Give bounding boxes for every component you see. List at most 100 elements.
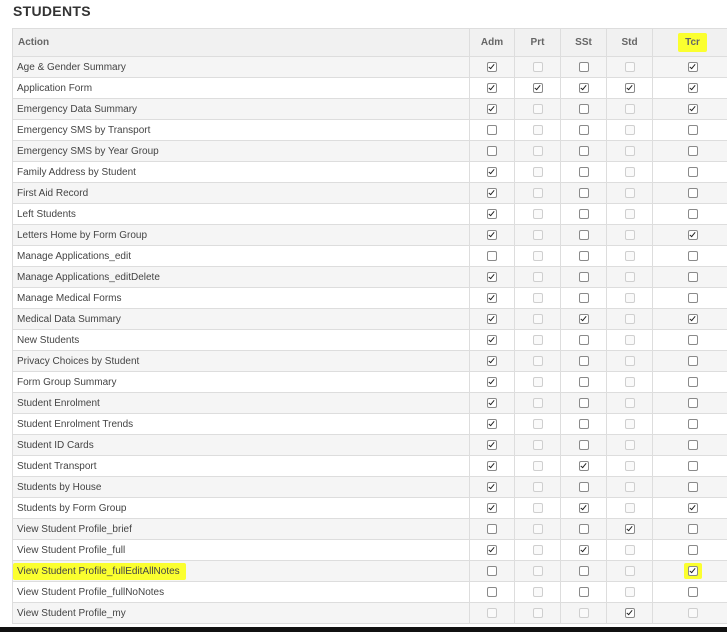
permission-checkbox-tcr[interactable] bbox=[687, 355, 698, 366]
permission-checkbox-sst[interactable] bbox=[578, 460, 589, 471]
permission-cell-tcr bbox=[652, 245, 727, 267]
permission-checkbox-adm[interactable] bbox=[487, 82, 497, 93]
permission-checkbox-sst[interactable] bbox=[578, 292, 589, 303]
permission-checkbox-tcr[interactable] bbox=[687, 250, 698, 261]
permission-checkbox-tcr[interactable] bbox=[687, 418, 698, 429]
permission-checkbox-adm[interactable] bbox=[487, 355, 497, 366]
permission-checkbox-adm[interactable] bbox=[487, 523, 497, 534]
permission-checkbox-adm[interactable] bbox=[487, 397, 497, 408]
permission-checkbox-sst[interactable] bbox=[578, 187, 589, 198]
permission-checkbox-sst[interactable] bbox=[578, 208, 589, 219]
permission-checkbox-sst[interactable] bbox=[578, 355, 589, 366]
permission-checkbox-tcr[interactable] bbox=[687, 82, 698, 93]
permission-checkbox-sst[interactable] bbox=[578, 250, 589, 261]
table-row: View Student Profile_my bbox=[12, 602, 727, 624]
permission-checkbox-adm[interactable] bbox=[487, 460, 497, 471]
permission-checkbox-tcr[interactable] bbox=[687, 61, 698, 72]
permission-checkbox-std[interactable] bbox=[624, 523, 635, 534]
permission-checkbox-sst[interactable] bbox=[578, 271, 589, 282]
permission-checkbox-tcr[interactable] bbox=[687, 502, 698, 513]
permission-checkbox-adm[interactable] bbox=[487, 208, 497, 219]
permission-checkbox-adm[interactable] bbox=[487, 565, 497, 576]
permission-checkbox-tcr[interactable] bbox=[687, 523, 698, 534]
permission-checkbox-tcr[interactable] bbox=[687, 166, 698, 177]
permission-checkbox-sst[interactable] bbox=[578, 439, 589, 450]
permission-checkbox-adm[interactable] bbox=[487, 334, 497, 345]
permission-checkbox-adm[interactable] bbox=[487, 439, 497, 450]
permission-checkbox-sst[interactable] bbox=[578, 376, 589, 387]
permission-checkbox-tcr[interactable] bbox=[687, 460, 698, 471]
permission-checkbox-sst[interactable] bbox=[578, 544, 589, 555]
permission-checkbox-adm[interactable] bbox=[487, 61, 497, 72]
permission-checkbox-std bbox=[624, 145, 635, 156]
permission-checkbox-tcr[interactable] bbox=[687, 376, 698, 387]
permission-checkbox-adm[interactable] bbox=[487, 502, 497, 513]
permission-checkbox-sst[interactable] bbox=[578, 481, 589, 492]
action-label: Manage Applications_edit bbox=[17, 250, 131, 262]
permission-checkbox-sst[interactable] bbox=[578, 502, 589, 513]
permission-cell-std bbox=[606, 98, 653, 120]
permission-checkbox-sst[interactable] bbox=[578, 397, 589, 408]
permission-checkbox-adm[interactable] bbox=[487, 103, 497, 114]
permission-cell-tcr bbox=[652, 287, 727, 309]
permission-checkbox-tcr[interactable] bbox=[687, 103, 698, 114]
permission-checkbox-sst[interactable] bbox=[578, 166, 589, 177]
permission-checkbox-tcr[interactable] bbox=[687, 229, 698, 240]
permission-checkbox-prt bbox=[532, 586, 543, 597]
permission-checkbox-tcr[interactable] bbox=[687, 481, 698, 492]
permission-checkbox-tcr[interactable] bbox=[687, 566, 698, 576]
permission-checkbox-tcr[interactable] bbox=[687, 313, 698, 324]
permission-checkbox-sst[interactable] bbox=[578, 334, 589, 345]
permission-checkbox-prt[interactable] bbox=[532, 82, 543, 93]
permission-checkbox-adm[interactable] bbox=[487, 292, 497, 303]
permission-checkbox-sst[interactable] bbox=[578, 229, 589, 240]
permission-checkbox-tcr[interactable] bbox=[687, 544, 698, 555]
permission-checkbox-sst[interactable] bbox=[578, 586, 589, 597]
permission-checkbox-sst[interactable] bbox=[578, 82, 589, 93]
permission-checkbox-std[interactable] bbox=[624, 82, 635, 93]
permission-checkbox-adm[interactable] bbox=[487, 187, 497, 198]
permission-checkbox-std bbox=[624, 124, 635, 135]
permission-cell-tcr bbox=[652, 560, 727, 582]
permission-checkbox-tcr[interactable] bbox=[687, 439, 698, 450]
permission-checkbox-sst[interactable] bbox=[578, 61, 589, 72]
permission-checkbox-tcr[interactable] bbox=[687, 124, 698, 135]
permission-checkbox-adm[interactable] bbox=[487, 145, 497, 156]
permission-checkbox-adm[interactable] bbox=[487, 166, 497, 177]
permission-checkbox-std[interactable] bbox=[624, 607, 635, 618]
permission-checkbox-tcr[interactable] bbox=[687, 187, 698, 198]
permission-checkbox-adm[interactable] bbox=[487, 250, 497, 261]
permission-checkbox-tcr[interactable] bbox=[687, 271, 698, 282]
permission-checkbox-adm[interactable] bbox=[487, 376, 497, 387]
permission-checkbox-adm[interactable] bbox=[487, 586, 497, 597]
permission-checkbox-tcr[interactable] bbox=[687, 292, 698, 303]
permission-checkbox-adm[interactable] bbox=[487, 418, 497, 429]
permission-cell-std bbox=[606, 392, 653, 414]
action-label: Students by House bbox=[17, 481, 102, 493]
permission-checkbox-prt bbox=[532, 334, 543, 345]
permission-checkbox-tcr[interactable] bbox=[687, 208, 698, 219]
permission-checkbox-tcr[interactable] bbox=[687, 145, 698, 156]
action-cell: View Student Profile_full bbox=[12, 539, 470, 561]
permission-checkbox-sst[interactable] bbox=[578, 103, 589, 114]
permission-checkbox-adm[interactable] bbox=[487, 124, 497, 135]
permission-checkbox-adm[interactable] bbox=[487, 481, 497, 492]
permission-checkbox-adm[interactable] bbox=[487, 271, 497, 282]
action-cell: Manage Applications_edit bbox=[12, 245, 470, 267]
permission-checkbox-tcr[interactable] bbox=[687, 397, 698, 408]
permission-checkbox-sst[interactable] bbox=[578, 418, 589, 429]
permission-checkbox-adm[interactable] bbox=[487, 229, 497, 240]
permission-checkbox-sst[interactable] bbox=[578, 313, 589, 324]
permission-cell-adm bbox=[469, 119, 515, 141]
permission-checkbox-tcr[interactable] bbox=[687, 334, 698, 345]
action-cell: Student Transport bbox=[12, 455, 470, 477]
permission-checkbox-adm[interactable] bbox=[487, 544, 497, 555]
permission-checkbox-sst[interactable] bbox=[578, 124, 589, 135]
permission-cell-std bbox=[606, 224, 653, 246]
permission-checkbox-sst[interactable] bbox=[578, 565, 589, 576]
permission-checkbox-tcr[interactable] bbox=[687, 586, 698, 597]
permission-checkbox-adm[interactable] bbox=[487, 313, 497, 324]
permission-checkbox-sst[interactable] bbox=[578, 145, 589, 156]
action-cell: Student Enrolment bbox=[12, 392, 470, 414]
permission-checkbox-sst[interactable] bbox=[578, 523, 589, 534]
